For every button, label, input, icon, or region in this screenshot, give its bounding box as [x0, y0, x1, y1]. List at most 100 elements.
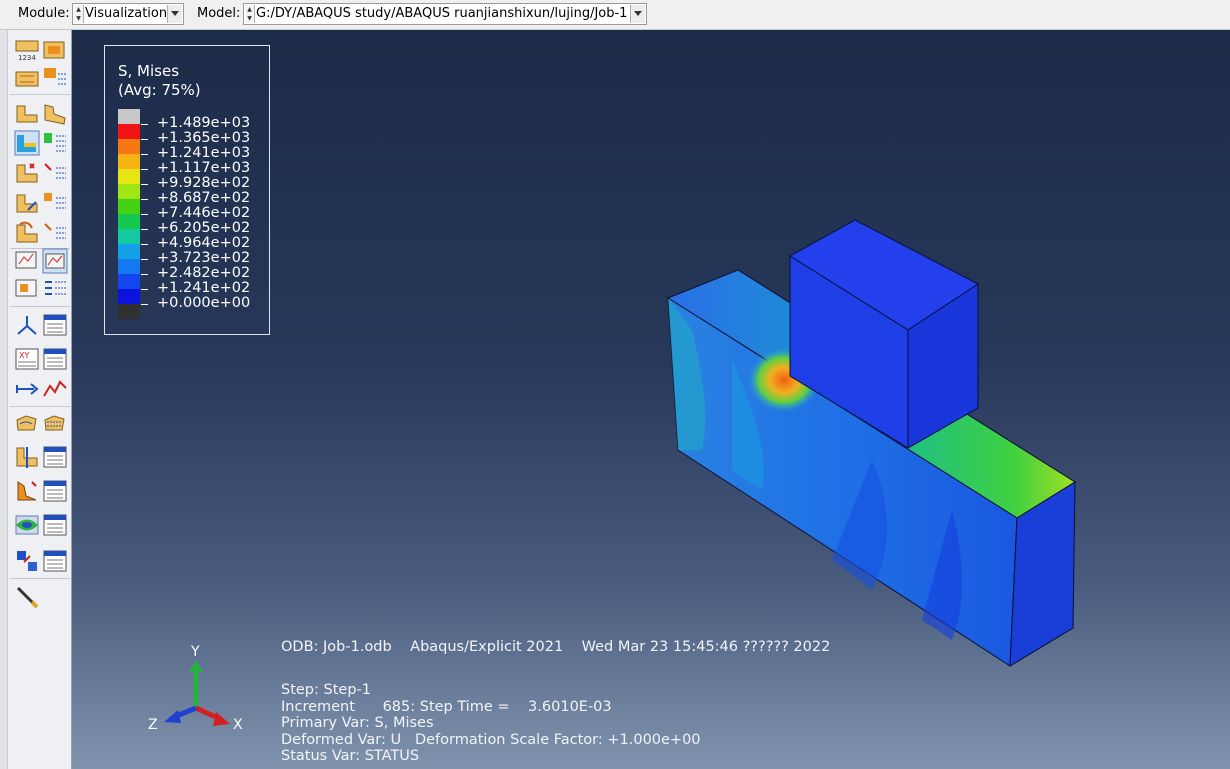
superimpose-options-icon[interactable]	[42, 220, 68, 246]
legend-title: S, Mises	[118, 62, 180, 80]
create-free-body-cut-icon[interactable]	[14, 312, 40, 338]
pick-tool-icon[interactable]	[14, 584, 40, 610]
legend-swatch	[118, 109, 140, 124]
frame-select-icon[interactable]	[42, 38, 68, 64]
increment-info: Increment 685: Step Time = 3.6010E-03	[281, 699, 612, 715]
legend-level-label: +3.723e+02	[157, 250, 251, 266]
model-dropdown-icon[interactable]	[630, 5, 645, 23]
legend-level-label: +1.241e+02	[157, 280, 251, 296]
legend-tick	[141, 214, 148, 215]
create-view-cut-icon[interactable]	[14, 444, 40, 470]
model-label: Model:	[197, 6, 241, 21]
legend-level-label: +2.482e+02	[157, 265, 251, 281]
x-axis-arrowhead	[213, 712, 230, 726]
legend-swatch	[118, 259, 140, 274]
legend-level-label: +9.928e+02	[157, 175, 251, 191]
model-spin-icon[interactable]: ▲ ▼	[245, 5, 255, 23]
legend-level-label: +1.489e+03	[157, 115, 251, 131]
layer-manager-icon[interactable]	[42, 248, 68, 274]
xy-plot-icon[interactable]	[42, 376, 68, 402]
legend-tick	[141, 304, 148, 305]
legend-level-label: +7.446e+02	[157, 205, 251, 221]
plot-deformed-icon[interactable]	[42, 100, 68, 126]
create-display-group-icon[interactable]	[14, 276, 40, 302]
orientation-options-icon[interactable]	[42, 190, 68, 216]
context-bar: Module: ▲ ▼ Visualization Model: ▲ ▼ G:/DY…	[0, 0, 1230, 30]
animate-icon[interactable]	[14, 66, 40, 92]
legend-tick	[141, 154, 148, 155]
legend-level-label: +1.365e+03	[157, 130, 251, 146]
overlay-plot-icon[interactable]	[14, 248, 40, 274]
legend-level-label: +4.964e+02	[157, 235, 251, 251]
model-value: G:/DY/ABAQUS study/ABAQUS ruanjianshixun…	[256, 6, 628, 21]
plot-symbols-icon[interactable]	[14, 160, 40, 186]
module-label: Module:	[18, 6, 70, 21]
legend-level-label: +1.241e+03	[157, 145, 251, 161]
legend-subtitle: (Avg: 75%)	[118, 81, 201, 99]
y-axis-label: Y	[191, 644, 200, 660]
legend-swatch	[118, 139, 140, 154]
contour-options-icon[interactable]	[42, 130, 68, 156]
legend-tick	[141, 289, 148, 290]
legend-swatch	[118, 274, 140, 289]
toolbox: 1234 XY	[0, 30, 72, 769]
assign-transform-icon[interactable]	[14, 548, 40, 574]
module-value: Visualization	[85, 6, 168, 21]
plot-undeformed-icon[interactable]	[14, 100, 40, 126]
transform-manager-icon[interactable]	[42, 548, 68, 574]
legend-tick	[141, 169, 148, 170]
plot-contours-icon[interactable]	[14, 130, 40, 156]
legend-swatch	[118, 214, 140, 229]
status-var-info: Status Var: STATUS	[281, 748, 420, 764]
legend-swatch	[118, 154, 140, 169]
legend-swatch	[118, 184, 140, 199]
x-axis-label: X	[233, 717, 243, 733]
mesh-display-icon[interactable]	[14, 512, 40, 538]
legend-swatch	[118, 289, 140, 304]
legend-swatch	[118, 244, 140, 259]
legend-swatch	[118, 169, 140, 184]
symbol-options-icon[interactable]	[42, 160, 68, 186]
xy-data-manager-icon[interactable]	[42, 346, 68, 372]
create-path-icon[interactable]	[14, 376, 40, 402]
legend-swatch	[118, 304, 140, 319]
z-axis-label: Z	[148, 717, 158, 733]
legend-swatch	[118, 229, 140, 244]
module-select[interactable]: ▲ ▼ Visualization	[72, 3, 184, 25]
create-stream-icon[interactable]	[14, 410, 40, 436]
legend-tick	[141, 274, 148, 275]
allow-multiple-plot-states-icon[interactable]	[14, 220, 40, 246]
svg-text:1234: 1234	[18, 54, 36, 62]
plot-material-orientation-icon[interactable]	[14, 190, 40, 216]
legend-tick	[141, 259, 148, 260]
legend-level-label: +6.205e+02	[157, 220, 251, 236]
legend-tick	[141, 199, 148, 200]
toolbox-handle[interactable]	[0, 30, 8, 769]
svg-text:XY: XY	[19, 351, 29, 360]
legend-tick	[141, 229, 148, 230]
primary-var-info: Primary Var: S, Mises	[281, 715, 434, 731]
mesh-options-icon[interactable]	[42, 512, 68, 538]
query-manager-icon[interactable]	[42, 478, 68, 504]
module-dropdown-icon[interactable]	[167, 5, 182, 23]
deformed-var-info: Deformed Var: U Deformation Scale Factor…	[281, 732, 701, 748]
model-select[interactable]: ▲ ▼ G:/DY/ABAQUS study/ABAQUS ruanjianshi…	[243, 3, 647, 25]
display-group-manager-icon[interactable]	[42, 276, 68, 302]
legend-tick	[141, 139, 148, 140]
legend-swatch	[118, 199, 140, 214]
legend-level-label: +8.687e+02	[157, 190, 251, 206]
free-body-manager-icon[interactable]	[42, 312, 68, 338]
view-cut-manager-icon[interactable]	[42, 444, 68, 470]
step-info: Step: Step-1	[281, 682, 371, 698]
frame-numbers-icon[interactable]: 1234	[14, 38, 40, 64]
module-spin-icon[interactable]: ▲ ▼	[74, 5, 84, 23]
legend-level-label: +0.000e+00	[157, 295, 251, 311]
create-xy-data-icon[interactable]: XY	[14, 346, 40, 372]
contour-legend[interactable]: S, Mises (Avg: 75%) +1.489e+03 +1.365e+03…	[104, 45, 270, 335]
legend-tick	[141, 244, 148, 245]
z-axis-arrowhead	[164, 710, 181, 723]
query-icon[interactable]	[14, 478, 40, 504]
stream-manager-icon[interactable]	[42, 410, 68, 436]
frame-options-icon[interactable]	[42, 66, 68, 92]
legend-tick	[141, 124, 148, 125]
